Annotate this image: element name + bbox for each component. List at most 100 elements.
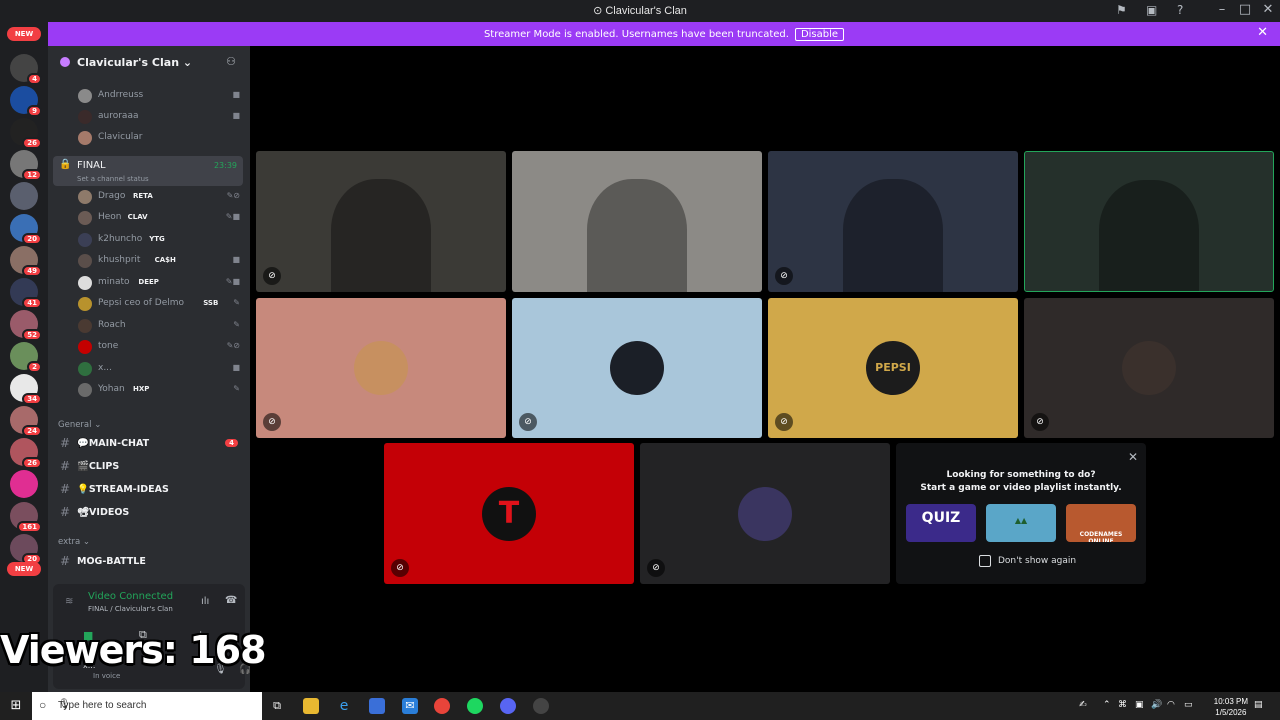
server-icon[interactable]: 26 bbox=[10, 118, 42, 149]
voice-location[interactable]: FINAL / Clavicular's Clan bbox=[88, 605, 173, 613]
maximize-button[interactable]: □ bbox=[1235, 2, 1255, 17]
video-tile[interactable] bbox=[512, 151, 762, 292]
server-icon[interactable]: 26 bbox=[10, 438, 42, 469]
display-icon[interactable]: ▭ bbox=[1184, 700, 1193, 710]
tray-chevron-icon[interactable]: ⌃ bbox=[1103, 700, 1111, 710]
channel-clips[interactable]: # 🎬CLIPS bbox=[48, 456, 250, 478]
channel-status[interactable]: Set a channel status bbox=[77, 175, 149, 183]
activity-quiz[interactable]: QUIZ bbox=[906, 504, 976, 542]
server-icon[interactable]: 24 bbox=[10, 406, 42, 437]
close-window-button[interactable]: ✕ bbox=[1258, 2, 1278, 17]
video-tile[interactable] bbox=[1024, 151, 1274, 292]
voice-state-icon: ✎ bbox=[233, 384, 240, 393]
inbox-flag-icon[interactable]: ⚑ bbox=[1116, 3, 1127, 17]
voice-member[interactable]: Drago RETA ✎⊘ bbox=[48, 187, 250, 207]
voice-member[interactable]: x... ■ bbox=[48, 359, 250, 379]
voice-state-icon: ■ bbox=[232, 255, 240, 264]
spotify-icon[interactable] bbox=[467, 698, 483, 714]
camera-icon: ■ bbox=[232, 90, 240, 99]
minimize-button[interactable]: – bbox=[1212, 2, 1232, 17]
voice-channel-final[interactable]: 🔒 FINAL 23:39 Set a channel status bbox=[53, 156, 243, 186]
taskbar-search[interactable]: ○ Type here to search 🎙 bbox=[32, 692, 262, 720]
server-icon[interactable]: 161 bbox=[10, 502, 42, 533]
video-tile[interactable]: ⊘ bbox=[256, 151, 506, 292]
suggestion-heading: Looking for something to do? Start a game… bbox=[920, 470, 1122, 493]
voice-member[interactable]: Heon CLAV ✎■ bbox=[48, 208, 250, 228]
server-icon[interactable] bbox=[10, 470, 38, 498]
avatar bbox=[78, 297, 92, 311]
network-icon[interactable]: ⌘ bbox=[1118, 700, 1127, 710]
volume-icon[interactable]: 🔊 bbox=[1151, 700, 1162, 710]
channel-videos[interactable]: # 📽VIDEOS bbox=[48, 502, 250, 524]
participant-tile[interactable]: ⊘ bbox=[256, 298, 506, 438]
chrome-icon[interactable] bbox=[434, 698, 450, 714]
server-icon[interactable] bbox=[10, 182, 38, 210]
member-name: khushprit bbox=[98, 255, 141, 265]
screen-icon[interactable]: ▣ bbox=[1146, 3, 1157, 17]
taskbar-clock[interactable]: 10:03 PM 1/5/2026 bbox=[1214, 696, 1248, 718]
store-icon[interactable] bbox=[369, 698, 385, 714]
avatar bbox=[78, 276, 92, 290]
participant-tile[interactable]: T ⊘ bbox=[384, 443, 634, 584]
muted-mic-icon: ⊘ bbox=[391, 559, 409, 577]
voice-member[interactable]: Clavicular bbox=[48, 128, 250, 148]
server-icon[interactable]: 4 bbox=[10, 54, 42, 85]
server-icon[interactable]: 41 bbox=[10, 278, 42, 309]
voice-member[interactable]: Pepsi ceo of Delmo SSB ✎ bbox=[48, 294, 250, 314]
voice-member[interactable]: k2huncho YTG bbox=[48, 230, 250, 250]
mail-icon[interactable]: ✉ bbox=[402, 698, 418, 714]
close-icon[interactable]: ✕ bbox=[1128, 450, 1138, 464]
voice-member[interactable]: minato DEEP ✎■ bbox=[48, 273, 250, 293]
edge-icon[interactable]: e bbox=[336, 698, 352, 714]
dont-show-label[interactable]: Don't show again bbox=[998, 556, 1076, 566]
voice-member[interactable]: khushprit CA$H ■ bbox=[48, 251, 250, 271]
server-icon[interactable]: 12 bbox=[10, 150, 42, 181]
dont-show-checkbox[interactable] bbox=[979, 555, 991, 567]
category-general[interactable]: General ⌄ bbox=[58, 420, 101, 430]
server-icon[interactable]: 20 bbox=[10, 534, 42, 565]
clan-tag: RETA bbox=[133, 192, 153, 200]
discord-icon[interactable] bbox=[500, 698, 516, 714]
tray-app-icon[interactable]: ▣ bbox=[1135, 700, 1144, 710]
server-icon[interactable]: 20 bbox=[10, 214, 42, 245]
microphone-icon[interactable]: 🎙 bbox=[58, 699, 254, 710]
voice-member[interactable]: Yohan HXP ✎ bbox=[48, 380, 250, 400]
voice-member[interactable]: auroraaa ■ bbox=[48, 107, 250, 127]
voice-member[interactable]: tone ✎⊘ bbox=[48, 337, 250, 357]
server-header[interactable]: Clavicular's Clan ⌄ ⚇ bbox=[48, 46, 250, 78]
disconnect-icon[interactable]: ☎ bbox=[225, 595, 237, 606]
channel-stream-ideas[interactable]: # 💡STREAM-IDEAS bbox=[48, 479, 250, 501]
server-icon[interactable]: 52 bbox=[10, 310, 42, 341]
video-tile[interactable]: ⊘ bbox=[768, 151, 1018, 292]
channel-main-chat[interactable]: # 💬MAIN-CHAT 4 bbox=[48, 433, 250, 455]
participant-tile[interactable]: PEPSI ⊘ bbox=[768, 298, 1018, 438]
activity-codenames[interactable]: CODENAMES ONLINE bbox=[1066, 504, 1136, 542]
voice-status[interactable]: Video Connected bbox=[88, 591, 173, 602]
help-icon[interactable]: ? bbox=[1177, 3, 1183, 17]
channel-mog-battle[interactable]: # MOG-BATTLE bbox=[48, 551, 250, 573]
task-view-icon[interactable]: ⧉ bbox=[269, 698, 285, 714]
close-banner-icon[interactable]: ✕ bbox=[1257, 25, 1268, 40]
hash-icon: # bbox=[60, 482, 71, 496]
server-icon[interactable]: 9 bbox=[10, 86, 42, 117]
add-user-icon[interactable]: ⚇ bbox=[226, 55, 236, 68]
activity-game[interactable]: ▲▲ bbox=[986, 504, 1056, 542]
server-icon[interactable]: 2 bbox=[10, 342, 42, 373]
app-icon[interactable] bbox=[533, 698, 549, 714]
voice-member[interactable]: Roach ✎ bbox=[48, 316, 250, 336]
server-icon[interactable]: 49 bbox=[10, 246, 42, 277]
noise-suppression-icon[interactable]: ılı bbox=[201, 596, 209, 607]
participant-tile[interactable]: ⊘ bbox=[640, 443, 890, 584]
participant-tile[interactable]: ⊘ bbox=[512, 298, 762, 438]
notifications-icon[interactable]: ▤ bbox=[1254, 700, 1263, 710]
wifi-icon[interactable]: ◠ bbox=[1167, 700, 1175, 710]
category-extra[interactable]: extra ⌄ bbox=[58, 537, 90, 547]
file-explorer-icon[interactable] bbox=[303, 698, 319, 714]
game-art-icon: ▲▲ bbox=[1014, 516, 1028, 525]
pen-icon[interactable]: ✍ bbox=[1079, 700, 1087, 710]
participant-tile[interactable]: ⊘ bbox=[1024, 298, 1274, 438]
windows-start-icon[interactable]: ⊞ bbox=[8, 698, 24, 714]
server-icon[interactable]: 34 bbox=[10, 374, 42, 405]
voice-member[interactable]: Andrreuss ■ bbox=[48, 86, 250, 106]
disable-button[interactable]: Disable bbox=[794, 28, 845, 41]
